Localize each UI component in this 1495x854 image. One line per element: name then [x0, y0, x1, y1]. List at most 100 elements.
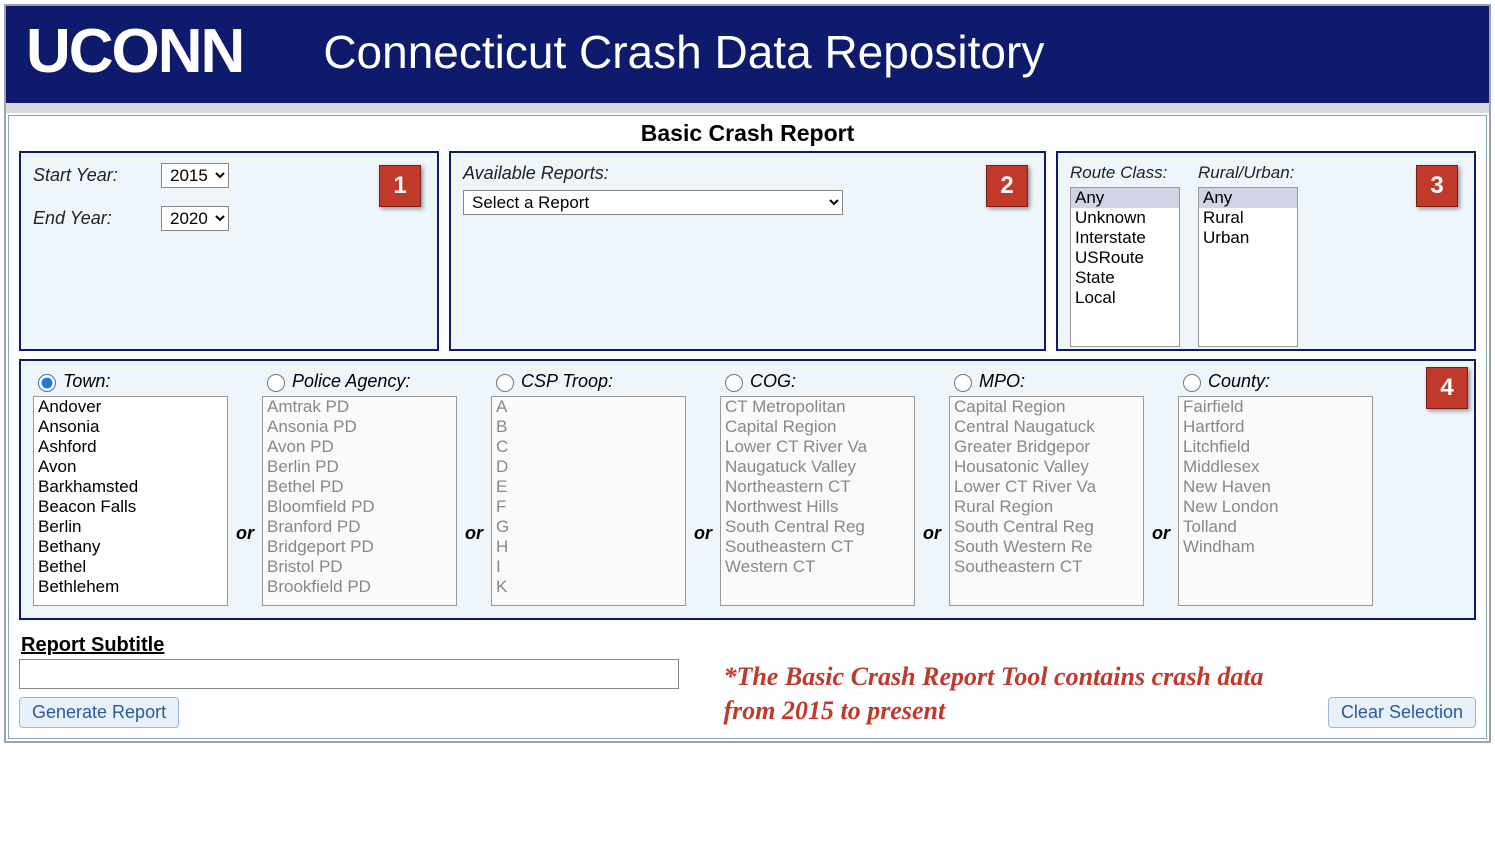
clear-selection-button[interactable]: Clear Selection	[1328, 697, 1476, 728]
geo-list-cog: CT MetropolitanCapital RegionLower CT Ri…	[720, 396, 915, 606]
geo-list-county: FairfieldHartfordLitchfieldMiddlesexNew …	[1178, 396, 1373, 606]
generate-report-button[interactable]: Generate Report	[19, 697, 179, 728]
geo-option: Bristol PD	[263, 557, 456, 577]
geo-option: Bridgeport PD	[263, 537, 456, 557]
geo-option: CT Metropolitan	[721, 397, 914, 417]
radio-agency[interactable]	[267, 374, 285, 392]
start-year-label: Start Year:	[33, 165, 143, 186]
geo-list-town[interactable]: AndoverAnsoniaAshfordAvonBarkhamstedBeac…	[33, 396, 228, 606]
geo-option[interactable]: Bethel	[34, 557, 227, 577]
or-separator: or	[1152, 523, 1170, 544]
geo-option: Western CT	[721, 557, 914, 577]
geo-option: Northwest Hills	[721, 497, 914, 517]
geo-option: Capital Region	[721, 417, 914, 437]
app-frame: UCONN Connecticut Crash Data Repository …	[4, 4, 1491, 743]
geo-option: South Central Reg	[950, 517, 1143, 537]
radio-cog[interactable]	[725, 374, 743, 392]
geo-option: Capital Region	[950, 397, 1143, 417]
geo-option[interactable]: Barkhamsted	[34, 477, 227, 497]
end-year-label: End Year:	[33, 208, 143, 229]
geo-option: Lower CT River Va	[950, 477, 1143, 497]
geo-list-csp: ABCDEFGHIK	[491, 396, 686, 606]
geo-option: Bethel PD	[263, 477, 456, 497]
route-option[interactable]: State	[1071, 268, 1179, 288]
report-subtitle-label: Report Subtitle	[21, 634, 679, 657]
rural-urban-list[interactable]: AnyRuralUrban	[1198, 187, 1298, 347]
geo-option: Brookfield PD	[263, 577, 456, 597]
report-subtitle-input[interactable]	[19, 659, 679, 689]
geo-option: New Haven	[1179, 477, 1372, 497]
geo-option: Tolland	[1179, 517, 1372, 537]
geo-option: G	[492, 517, 685, 537]
available-reports-select[interactable]: Select a Report	[463, 190, 843, 215]
geo-option: B	[492, 417, 685, 437]
geo-option: D	[492, 457, 685, 477]
geo-list-agency: Amtrak PDAnsonia PDAvon PDBerlin PDBethe…	[262, 396, 457, 606]
geo-option[interactable]: Bethany	[34, 537, 227, 557]
geo-option: Middlesex	[1179, 457, 1372, 477]
geo-option: Fairfield	[1179, 397, 1372, 417]
start-year-select[interactable]: 2015	[161, 163, 229, 188]
rural-urban-label: Rural/Urban:	[1198, 163, 1298, 183]
header-bar: UCONN Connecticut Crash Data Repository	[6, 6, 1489, 103]
geo-option: C	[492, 437, 685, 457]
or-separator: or	[923, 523, 941, 544]
content-area: Basic Crash Report Start Year: 2015 End …	[8, 115, 1487, 739]
geo-option: Southeastern CT	[950, 557, 1143, 577]
route-option[interactable]: USRoute	[1071, 248, 1179, 268]
geo-option[interactable]: Berlin	[34, 517, 227, 537]
route-class-label: Route Class:	[1070, 163, 1180, 183]
geo-option: South Western Re	[950, 537, 1143, 557]
geo-option: Naugatuck Valley	[721, 457, 914, 477]
route-option[interactable]: Interstate	[1071, 228, 1179, 248]
geo-option[interactable]: Bethlehem	[34, 577, 227, 597]
geo-option[interactable]: Beacon Falls	[34, 497, 227, 517]
geo-option: Southeastern CT	[721, 537, 914, 557]
geo-label-cog: COG:	[750, 371, 796, 392]
geo-label-mpo: MPO:	[979, 371, 1025, 392]
geo-list-mpo: Capital RegionCentral NaugatuckGreater B…	[949, 396, 1144, 606]
panel-years: Start Year: 2015 End Year: 2020 1	[19, 151, 439, 351]
rural-option[interactable]: Urban	[1199, 228, 1297, 248]
divider-strip	[6, 103, 1489, 113]
radio-county[interactable]	[1183, 374, 1201, 392]
geo-label-town: Town:	[63, 371, 110, 392]
geo-col-town: Town: AndoverAnsoniaAshfordAvonBarkhamste…	[33, 371, 228, 606]
radio-csp[interactable]	[496, 374, 514, 392]
radio-mpo[interactable]	[954, 374, 972, 392]
route-option[interactable]: Unknown	[1071, 208, 1179, 228]
geo-label-csp: CSP Troop:	[521, 371, 613, 392]
geo-option[interactable]: Andover	[34, 397, 227, 417]
geo-option: E	[492, 477, 685, 497]
geo-option: Greater Bridgepor	[950, 437, 1143, 457]
or-separator: or	[465, 523, 483, 544]
badge-2: 2	[986, 165, 1028, 207]
section-title: Basic Crash Report	[19, 120, 1476, 147]
geo-option: Avon PD	[263, 437, 456, 457]
geo-option: South Central Reg	[721, 517, 914, 537]
rural-option[interactable]: Any	[1199, 188, 1297, 208]
footer-note: *The Basic Crash Report Tool contains cr…	[723, 660, 1283, 728]
geo-col-agency: Police Agency:Amtrak PDAnsonia PDAvon PD…	[262, 371, 457, 606]
route-option[interactable]: Any	[1071, 188, 1179, 208]
geo-option[interactable]: Ansonia	[34, 417, 227, 437]
geo-label-county: County:	[1208, 371, 1270, 392]
geo-option: Litchfield	[1179, 437, 1372, 457]
end-year-select[interactable]: 2020	[161, 206, 229, 231]
geo-option[interactable]: Ashford	[34, 437, 227, 457]
rural-option[interactable]: Rural	[1199, 208, 1297, 228]
route-option[interactable]: Local	[1071, 288, 1179, 308]
geo-col-mpo: MPO: Capital RegionCentral NaugatuckGreat…	[949, 371, 1144, 606]
geo-option: New London	[1179, 497, 1372, 517]
or-separator: or	[694, 523, 712, 544]
geo-option[interactable]: Avon	[34, 457, 227, 477]
panel-route-rural: Route Class: AnyUnknownInterstateUSRoute…	[1056, 151, 1476, 351]
radio-town[interactable]	[38, 374, 56, 392]
geo-option: Rural Region	[950, 497, 1143, 517]
geo-option: Ansonia PD	[263, 417, 456, 437]
uconn-logo: UCONN	[26, 16, 243, 87]
geo-option: Central Naugatuck	[950, 417, 1143, 437]
available-reports-label: Available Reports:	[463, 163, 609, 183]
geo-option: Bloomfield PD	[263, 497, 456, 517]
route-class-list[interactable]: AnyUnknownInterstateUSRouteStateLocal	[1070, 187, 1180, 347]
